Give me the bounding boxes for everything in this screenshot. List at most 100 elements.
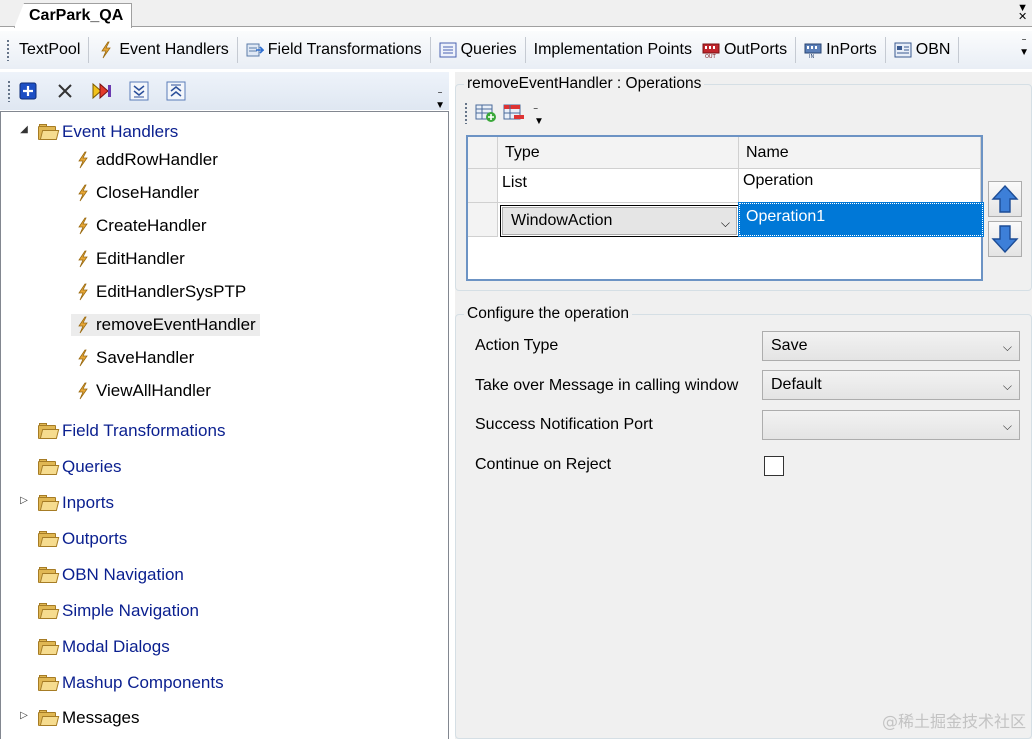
- toolbar-outports-button[interactable]: OUT OutPorts: [697, 36, 792, 64]
- tree-folder-label: Mashup Components: [62, 673, 224, 692]
- toolbar-queries-button[interactable]: Queries: [434, 36, 522, 64]
- navigation-tree: ◢ Event Handlers addRowHandler CloseHand…: [0, 111, 449, 739]
- tree-folder-field-transformations[interactable]: Field Transformations: [38, 420, 225, 442]
- operations-toolbar-overflow-icon[interactable]: ‾ ▼: [534, 109, 544, 127]
- chevron-down-icon: ⌵: [1002, 379, 1012, 393]
- success-notification-port-dropdown[interactable]: ⌵: [762, 410, 1020, 440]
- toolbar-field-transformations-button[interactable]: Field Transformations: [241, 36, 427, 64]
- action-type-dropdown[interactable]: Save ⌵: [762, 331, 1020, 361]
- tree-folder-outports[interactable]: Outports: [38, 528, 127, 550]
- tree-folder-modal-dialogs[interactable]: Modal Dialogs: [38, 636, 170, 658]
- svg-text:IN: IN: [809, 54, 814, 59]
- tree-leaf-handler[interactable]: SaveHandler: [75, 347, 194, 369]
- tree-leaf-handler[interactable]: EditHandler: [75, 248, 185, 270]
- lightning-icon: [78, 316, 88, 334]
- tree-leaf-handler[interactable]: addRowHandler: [75, 149, 218, 171]
- move-up-button[interactable]: [988, 181, 1022, 217]
- toolbar-overflow-icon[interactable]: ‾ ▼: [1019, 40, 1029, 58]
- continue-on-reject-checkbox[interactable]: [764, 456, 784, 476]
- cell-type[interactable]: List: [498, 169, 739, 203]
- tree-leaf-handler[interactable]: CloseHandler: [75, 182, 199, 204]
- tree-folder-obn-navigation[interactable]: OBN Navigation: [38, 564, 184, 586]
- folder-icon: [38, 423, 60, 439]
- field-transform-icon: [246, 43, 264, 57]
- tree-toolbar: ‾ ▼: [0, 72, 449, 111]
- queries-icon: [439, 42, 457, 58]
- tree-folder-inports[interactable]: ▷ Inports: [17, 492, 114, 514]
- tree-folder-label: OBN Navigation: [62, 565, 184, 584]
- expand-arrow-icon[interactable]: ▷: [17, 495, 31, 506]
- action-type-label: Action Type: [475, 337, 559, 354]
- tree-leaf-handler[interactable]: ViewAllHandler: [75, 380, 211, 402]
- document-tab[interactable]: CarPark_QA: [14, 3, 133, 28]
- folder-icon: [38, 675, 60, 691]
- cell-name-selected[interactable]: Operation1: [738, 202, 984, 237]
- tree-folder-label: Outports: [62, 529, 128, 548]
- configure-operation-title: Configure the operation: [464, 305, 633, 323]
- folder-icon: [38, 710, 60, 726]
- tree-leaf-label: ViewAllHandler: [96, 381, 211, 400]
- take-over-message-dropdown[interactable]: Default ⌵: [762, 370, 1020, 400]
- arrow-up-icon: [991, 184, 1019, 213]
- delete-button[interactable]: [52, 78, 78, 104]
- document-tab-title: CarPark_QA: [29, 7, 124, 24]
- add-operation-button[interactable]: [472, 100, 500, 126]
- row-header[interactable]: [468, 169, 498, 203]
- expand-all-button[interactable]: [126, 78, 152, 104]
- toolbar-obn-button[interactable]: OBN: [889, 36, 956, 64]
- tree-folder-label: Queries: [62, 457, 122, 476]
- success-notification-port-label: Success Notification Port: [475, 416, 653, 433]
- arrow-down-icon: [991, 225, 1019, 254]
- tree-folder-simple-navigation[interactable]: Simple Navigation: [38, 600, 199, 622]
- operations-toolbar-grip[interactable]: [464, 102, 468, 124]
- chevron-down-icon: ⌵: [1002, 340, 1012, 354]
- tree-toolbar-grip[interactable]: [7, 80, 11, 102]
- operations-group: removeEventHandler : Operations ‾ ▼ Type …: [455, 75, 1032, 291]
- add-row-icon: [475, 104, 496, 122]
- tree-folder-label: Inports: [62, 493, 114, 512]
- cell-name[interactable]: Operation: [739, 169, 981, 203]
- cell-type-dropdown[interactable]: WindowAction ⌵: [500, 205, 739, 237]
- lightning-icon: [78, 349, 88, 367]
- expand-arrow-icon[interactable]: ▷: [17, 710, 31, 721]
- folder-icon: [38, 459, 60, 475]
- collapse-arrow-icon[interactable]: ◢: [17, 124, 31, 135]
- tree-node-event-handlers[interactable]: ◢ Event Handlers: [17, 121, 178, 143]
- folder-open-icon: [38, 124, 60, 140]
- folder-icon: [38, 567, 60, 583]
- tree-leaf-handler-selected[interactable]: removeEventHandler: [71, 314, 260, 336]
- tree-folder-label: Field Transformations: [62, 421, 226, 440]
- tree-folder-messages[interactable]: ▷ Messages: [17, 707, 139, 729]
- toolbar-textpool-button[interactable]: TextPool: [14, 36, 85, 64]
- tree-leaf-handler[interactable]: CreateHandler: [75, 215, 207, 237]
- lightning-icon: [101, 41, 112, 59]
- expand-all-icon: [129, 81, 149, 101]
- tree-toolbar-overflow-icon[interactable]: ‾ ▼: [435, 93, 445, 111]
- toolbar-inports-button[interactable]: IN InPorts: [799, 36, 882, 64]
- row-header[interactable]: [468, 203, 498, 237]
- run-icon: [92, 82, 111, 100]
- lightning-icon: [78, 250, 88, 268]
- tree-leaf-label: CloseHandler: [96, 183, 199, 202]
- run-button[interactable]: [89, 78, 115, 104]
- action-type-value: Save: [771, 337, 808, 354]
- toolbar-implementation-points-button[interactable]: Implementation Points: [529, 36, 697, 64]
- toolbar-grip[interactable]: [6, 39, 10, 61]
- tree-folder-label: Modal Dialogs: [62, 637, 170, 656]
- tree-leaf-label: removeEventHandler: [96, 315, 256, 334]
- continue-on-reject-label: Continue on Reject: [475, 456, 612, 473]
- tree-leaf-label: CreateHandler: [96, 216, 207, 235]
- move-down-button[interactable]: [988, 221, 1022, 257]
- tree-folder-mashup-components[interactable]: Mashup Components: [38, 672, 224, 694]
- add-button[interactable]: [15, 78, 41, 104]
- column-header-name[interactable]: Name: [739, 137, 981, 169]
- toolbar-event-handlers-button[interactable]: Event Handlers: [92, 36, 233, 64]
- collapse-all-button[interactable]: [163, 78, 189, 104]
- column-header-type[interactable]: Type: [498, 137, 739, 169]
- remove-operation-button[interactable]: [500, 100, 528, 126]
- tree-folder-queries[interactable]: Queries: [38, 456, 122, 478]
- main-toolbar: TextPool Event Handlers Field Transforma…: [0, 31, 1032, 69]
- tree-leaf-handler[interactable]: EditHandlerSysPTP: [75, 281, 246, 303]
- add-icon: [19, 82, 37, 100]
- document-tab-menu-icon[interactable]: ▼ ✕: [1017, 3, 1028, 23]
